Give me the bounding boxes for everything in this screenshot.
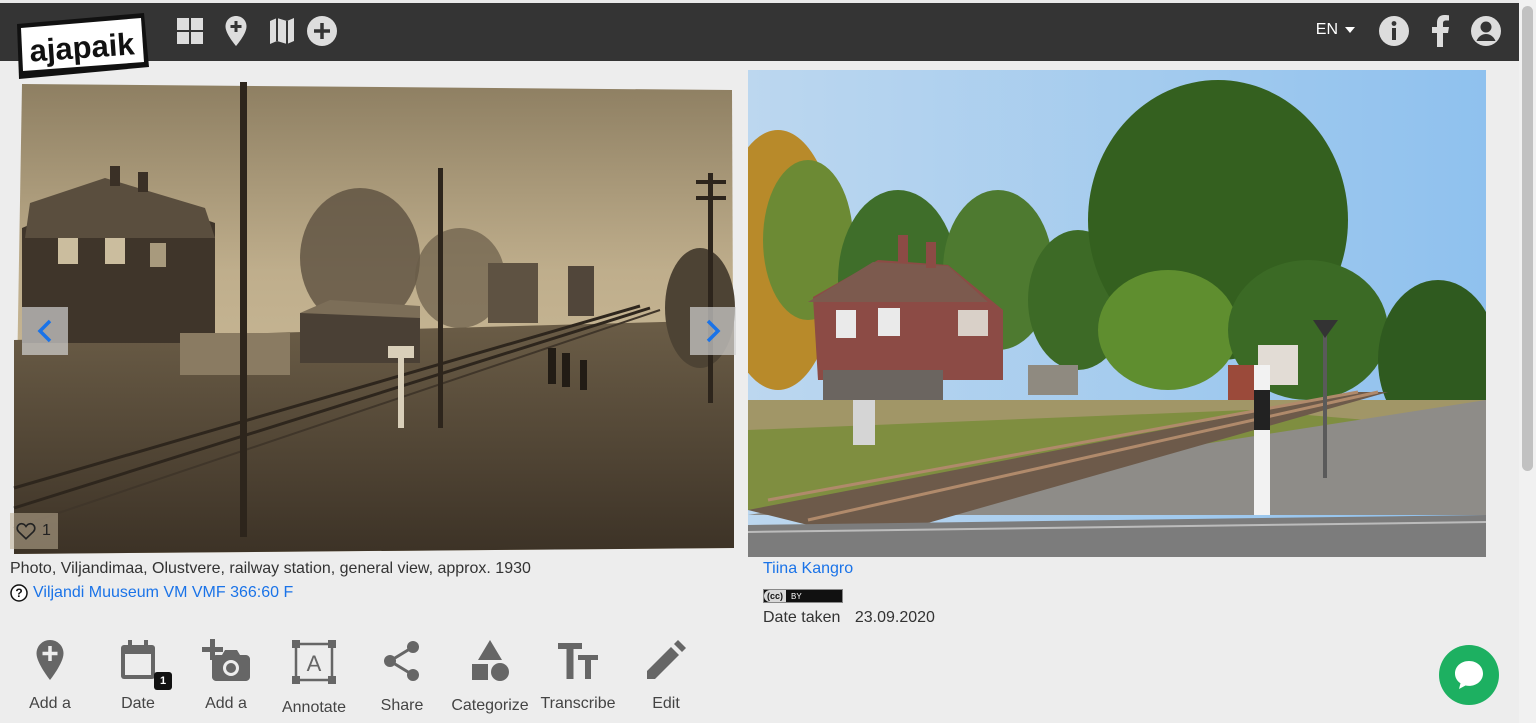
tool-label: Categorize	[451, 697, 529, 714]
chat-bubble-icon	[1455, 661, 1483, 689]
like-button[interactable]: 1	[10, 513, 58, 549]
date-taken-value: 23.09.2020	[854, 609, 935, 626]
tool-label: Add a	[205, 695, 247, 712]
tool-label: Annotate	[281, 699, 347, 716]
ajapaik-logo[interactable]: ajapaik	[16, 12, 150, 82]
info-icon[interactable]	[1376, 13, 1412, 49]
main-content: 1 Photo, Viljandimaa, Olustvere, railway…	[0, 61, 1519, 723]
annotate-icon: A	[292, 640, 336, 684]
historic-photo[interactable]	[10, 78, 738, 557]
scrollbar-thumb[interactable]	[1522, 6, 1533, 471]
date-taken: Date taken 23.09.2020	[763, 609, 935, 627]
add-location-icon	[36, 640, 64, 680]
heart-icon	[16, 522, 36, 540]
language-label: EN	[1315, 21, 1338, 38]
svg-text:A: A	[307, 651, 322, 676]
date-taken-label: Date taken	[763, 609, 841, 626]
language-selector[interactable]: EN	[1316, 21, 1355, 39]
annotate-button[interactable]: A Annotate	[270, 636, 358, 726]
plus-circle-icon[interactable]	[304, 13, 340, 49]
cc-by-license-badge[interactable]: (cc) BY	[763, 589, 843, 603]
chevron-right-icon	[706, 319, 721, 343]
tool-label: Date	[121, 695, 155, 712]
tool-label: Share	[380, 697, 424, 714]
photo-caption: Photo, Viljandimaa, Olustvere, railway s…	[10, 560, 531, 577]
chevron-left-icon	[37, 319, 52, 343]
map-icon[interactable]	[264, 13, 300, 49]
user-icon[interactable]	[1468, 13, 1504, 49]
calendar-icon	[121, 640, 155, 679]
add-location-button[interactable]: Add a	[6, 636, 94, 726]
caret-down-icon	[1345, 27, 1355, 33]
author-link[interactable]: Tiina Kangro	[763, 560, 853, 577]
tool-label: Transcribe	[540, 695, 616, 712]
map-pin-icon[interactable]	[218, 13, 254, 49]
navbar: EN	[0, 3, 1519, 61]
add-camera-icon	[202, 639, 250, 681]
svg-text:ajapaik: ajapaik	[28, 26, 136, 68]
source-link[interactable]: Viljandi Muuseum VM VMF 366:60 F	[33, 584, 293, 602]
by-label: BY	[791, 591, 802, 601]
categorize-button[interactable]: Categorize	[446, 636, 534, 726]
facebook-icon[interactable]	[1422, 13, 1458, 49]
share-button[interactable]: Share	[358, 636, 446, 726]
share-icon	[384, 641, 419, 681]
tool-label: Edit	[652, 695, 680, 712]
like-count: 1	[42, 522, 51, 539]
date-button[interactable]: 1 Date	[94, 636, 182, 726]
svg-text:?: ?	[15, 586, 22, 600]
transcribe-button[interactable]: Transcribe	[534, 636, 622, 726]
chat-button[interactable]	[1439, 645, 1499, 705]
tool-label: Add a	[29, 695, 71, 712]
rephoto[interactable]	[748, 70, 1486, 557]
pencil-icon	[647, 640, 686, 679]
add-rephoto-button[interactable]: Add a	[182, 636, 270, 726]
next-arrow-button[interactable]	[690, 307, 736, 355]
unknown-license-icon: ?	[10, 584, 28, 602]
edit-button[interactable]: Edit	[622, 636, 710, 726]
rephoto-author: Tiina Kangro	[763, 560, 853, 578]
action-toolbar: Add a 1 Date Add a A Annotate Share Cate…	[0, 636, 720, 726]
date-count-badge: 1	[154, 672, 172, 690]
cc-label: (cc)	[764, 590, 787, 602]
text-icon	[558, 643, 598, 679]
page-scrollbar[interactable]	[1519, 0, 1536, 723]
shapes-icon	[472, 640, 509, 681]
grid-icon[interactable]	[172, 13, 208, 49]
photo-source: ? Viljandi Muuseum VM VMF 366:60 F	[10, 584, 293, 602]
previous-arrow-button[interactable]	[22, 307, 68, 355]
